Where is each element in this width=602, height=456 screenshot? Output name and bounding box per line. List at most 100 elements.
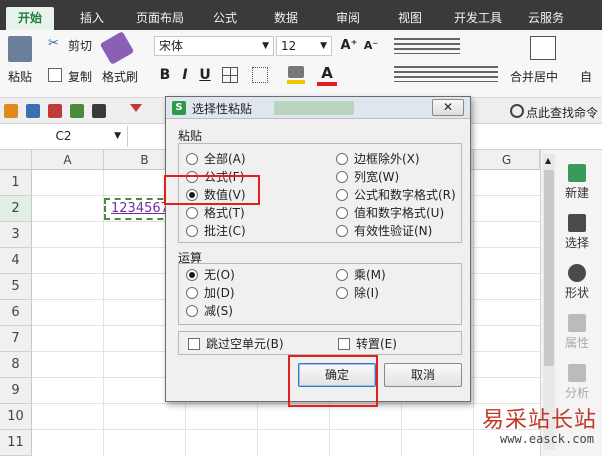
new-icon: [568, 164, 586, 182]
align-top-icons[interactable]: [394, 38, 460, 54]
font-name-select[interactable]: 宋体 ▼: [154, 36, 274, 56]
fill-color-swatch: [287, 80, 305, 84]
column-header[interactable]: G: [474, 150, 540, 170]
grow-font-button[interactable]: A⁺: [340, 37, 358, 55]
undo-icon[interactable]: [92, 104, 106, 118]
name-box[interactable]: C2 ▼: [0, 126, 128, 147]
analysis-icon: [568, 364, 586, 382]
shrink-font-button[interactable]: A⁻: [362, 37, 380, 55]
chevron-down-icon: ▼: [114, 131, 121, 141]
panel-select[interactable]: 选择: [555, 214, 599, 251]
panel-analysis[interactable]: 分析: [555, 364, 599, 401]
scroll-up-icon[interactable]: ▲: [545, 156, 553, 166]
panel-new[interactable]: 新建: [555, 164, 599, 201]
merge-center-button[interactable]: 合并居中: [510, 68, 558, 85]
font-size-select[interactable]: 12 ▼: [276, 36, 332, 56]
copy-icon[interactable]: [48, 68, 62, 82]
checkbox-skip-blanks[interactable]: 跳过空单元(B): [188, 336, 284, 352]
font-color-button[interactable]: A: [318, 64, 336, 82]
radio-op-add[interactable]: 加(D): [186, 285, 235, 301]
tab-view[interactable]: 视图: [388, 7, 432, 30]
radio-icon: [336, 287, 348, 299]
radio-icon: [186, 287, 198, 299]
radio-op-subtract[interactable]: 减(S): [186, 303, 233, 319]
merge-center-icon[interactable]: [530, 36, 556, 60]
tab-start[interactable]: 开始: [6, 7, 54, 30]
paste-icon[interactable]: [8, 36, 32, 62]
radio-validation[interactable]: 有效性验证(N): [336, 223, 432, 239]
row-header[interactable]: 3: [0, 222, 32, 248]
dialog-titlebar[interactable]: S 选择性粘贴 ✕: [166, 97, 470, 119]
cut-button[interactable]: 剪切: [68, 37, 92, 54]
paste-button[interactable]: 粘贴: [8, 68, 32, 85]
scissors-icon[interactable]: ✂: [48, 37, 64, 51]
format-painter-icon[interactable]: [99, 31, 135, 65]
auto-wrap-button[interactable]: 自: [580, 68, 592, 85]
radio-op-divide[interactable]: 除(I): [336, 285, 379, 301]
radio-op-none[interactable]: 无(O): [186, 267, 235, 283]
column-header[interactable]: A: [32, 150, 104, 170]
row-header[interactable]: 10: [0, 404, 32, 430]
radio-icon: [336, 171, 348, 183]
radio-op-multiply[interactable]: 乘(M): [336, 267, 386, 283]
properties-icon: [568, 314, 586, 332]
gridline: [32, 403, 540, 404]
panel-properties[interactable]: 属性: [555, 314, 599, 351]
print-preview-icon[interactable]: [70, 104, 84, 118]
checkbox-transpose[interactable]: 转置(E): [338, 336, 397, 352]
print-icon[interactable]: [48, 104, 62, 118]
bold-button[interactable]: B: [156, 66, 174, 84]
radio-icon: [336, 225, 348, 237]
cell-style-icon[interactable]: [252, 67, 268, 83]
cell-b2[interactable]: 1234567: [111, 201, 169, 216]
radio-all[interactable]: 全部(A): [186, 151, 246, 167]
underline-button[interactable]: U: [196, 66, 214, 84]
row-header[interactable]: 11: [0, 430, 32, 456]
tab-cloud[interactable]: 云服务: [518, 7, 574, 30]
copy-button[interactable]: 复制: [68, 68, 92, 85]
tab-insert[interactable]: 插入: [70, 7, 114, 30]
background-tab-ghost: [274, 101, 354, 115]
close-icon[interactable]: ✕: [432, 99, 464, 116]
radio-icon: [186, 305, 198, 317]
save-icon[interactable]: [26, 104, 40, 118]
radio-all-except-borders[interactable]: 边框除外(X): [336, 151, 420, 167]
row-header[interactable]: 9: [0, 378, 32, 404]
tab-data[interactable]: 数据: [264, 7, 308, 30]
tab-developer[interactable]: 开发工具: [446, 7, 510, 30]
border-icon[interactable]: [222, 67, 238, 83]
radio-comments[interactable]: 批注(C): [186, 223, 246, 239]
find-command-field[interactable]: 点此查找命令: [526, 104, 598, 121]
row-header[interactable]: 5: [0, 274, 32, 300]
radio-formulas-number-formats[interactable]: 公式和数字格式(R): [336, 187, 456, 203]
select-all-corner[interactable]: [0, 150, 32, 170]
radio-icon: [336, 153, 348, 165]
tab-formulas[interactable]: 公式: [203, 7, 247, 30]
italic-button[interactable]: I: [176, 66, 194, 84]
cancel-button[interactable]: 取消: [384, 363, 462, 387]
scrollbar-thumb[interactable]: [544, 170, 554, 366]
tab-review[interactable]: 审阅: [326, 7, 370, 30]
gridline: [32, 429, 540, 430]
tab-page-layout[interactable]: 页面布局: [128, 7, 192, 30]
row-header[interactable]: 4: [0, 248, 32, 274]
radio-values-number-formats[interactable]: 值和数字格式(U): [336, 205, 444, 221]
row-header[interactable]: 8: [0, 352, 32, 378]
row-header[interactable]: 7: [0, 326, 32, 352]
radio-icon: [336, 207, 348, 219]
panel-shape[interactable]: 形状: [555, 264, 599, 301]
folder-icon[interactable]: [4, 104, 18, 118]
radio-icon: [186, 153, 198, 165]
fill-bucket-icon[interactable]: [288, 66, 304, 78]
align-horizontal-icons[interactable]: [394, 66, 498, 82]
radio-formats[interactable]: 格式(T): [186, 205, 245, 221]
row-header[interactable]: 1: [0, 170, 32, 196]
radio-icon: [336, 189, 348, 201]
dropdown-icon[interactable]: [130, 104, 142, 114]
row-header[interactable]: 6: [0, 300, 32, 326]
row-header[interactable]: 2: [0, 196, 32, 222]
radio-column-widths[interactable]: 列宽(W): [336, 169, 399, 185]
watermark-url: www.easck.com: [500, 432, 594, 446]
select-icon: [568, 214, 586, 232]
format-painter-button[interactable]: 格式刷: [102, 68, 138, 85]
